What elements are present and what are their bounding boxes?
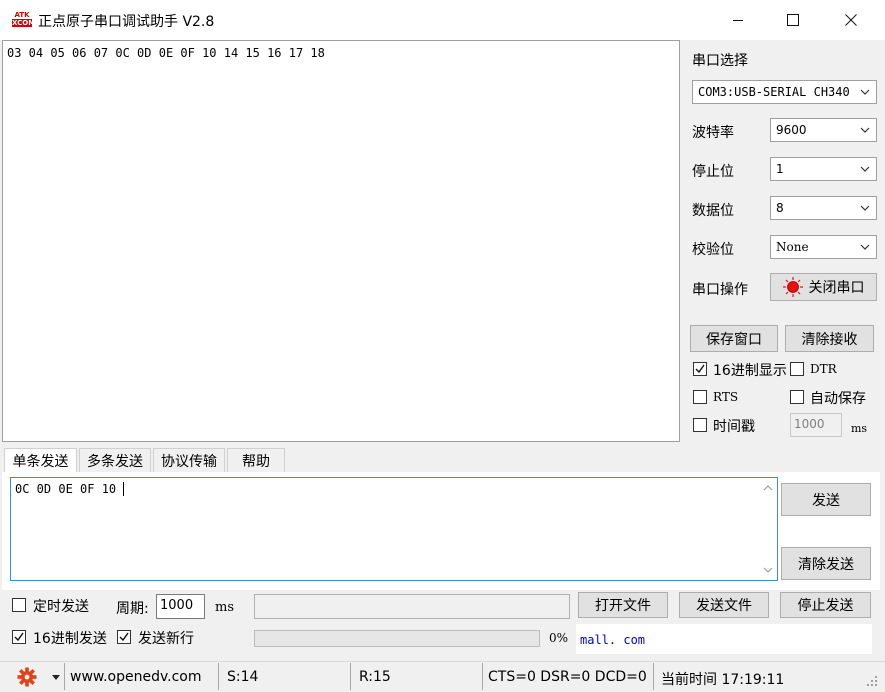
receive-area[interactable]: 03 04 05 06 07 0C 0D 0E 0F 10 14 15 16 1… — [2, 40, 680, 442]
file-path-input[interactable] — [254, 594, 570, 619]
checkmark-icon — [14, 632, 24, 642]
port-select-value: COM3:USB-SERIAL CH340 — [698, 85, 850, 99]
modem-lines-status: CTS=0 DSR=0 DCD=0 — [488, 669, 647, 685]
port-select[interactable]: COM3:USB-SERIAL CH340 — [692, 80, 877, 104]
clear-send-button[interactable]: 清除发送 — [781, 547, 871, 580]
sent-count: S:14 — [227, 669, 259, 685]
send-button[interactable]: 发送 — [781, 483, 871, 516]
chevron-down-icon — [763, 567, 773, 573]
tab-single-send[interactable]: 单条发送 — [4, 448, 77, 473]
status-separator — [653, 663, 654, 690]
ad-banner[interactable]: mall. com — [576, 624, 872, 654]
stop-bits-value: 1 — [776, 162, 784, 176]
send-text: 0C 0D 0E 0F 10 — [15, 482, 132, 496]
baud-select[interactable]: 9600 — [770, 118, 877, 142]
stop-bits-select[interactable]: 1 — [770, 157, 877, 181]
maximize-icon — [787, 14, 799, 26]
data-bits-value: 8 — [776, 201, 784, 215]
tab-help[interactable]: 帮助 — [227, 448, 285, 473]
baud-value: 9600 — [776, 123, 807, 137]
timestamp-label: 时间戳 — [713, 419, 755, 435]
maximize-button[interactable] — [770, 0, 816, 40]
data-bits-select[interactable]: 8 — [770, 196, 877, 220]
stop-send-button[interactable]: 停止发送 — [780, 592, 871, 618]
open-file-button[interactable]: 打开文件 — [578, 592, 668, 618]
tab-multi-send[interactable]: 多条发送 — [79, 448, 151, 473]
auto-save-label: 自动保存 — [810, 391, 866, 407]
minimize-icon — [733, 20, 743, 21]
port-operation-label: 串口操作 — [692, 282, 748, 298]
close-port-label: 关闭串口 — [808, 280, 865, 296]
dtr-label: DTR — [810, 362, 837, 376]
chevron-down-icon — [860, 205, 870, 211]
minimize-button[interactable] — [715, 0, 761, 40]
tab-protocol[interactable]: 协议传输 — [153, 448, 225, 473]
timestamp-checkbox[interactable] — [693, 418, 707, 432]
app-logo: ATK XCOM — [12, 11, 36, 27]
chevron-down-icon — [860, 89, 870, 95]
timed-send-label: 定时发送 — [33, 599, 89, 615]
send-input[interactable]: 0C 0D 0E 0F 10 — [10, 477, 778, 581]
chevron-down-icon — [860, 127, 870, 133]
save-window-button[interactable]: 保存窗口 — [690, 325, 778, 352]
close-icon — [845, 14, 857, 26]
dtr-checkbox[interactable] — [790, 362, 804, 376]
send-progress-bar — [254, 630, 540, 647]
rts-label: RTS — [713, 390, 739, 404]
window-title: 正点原子串口调试助手 V2.8 — [38, 14, 215, 30]
port-select-label: 串口选择 — [692, 53, 748, 69]
led-indicator-icon — [782, 277, 803, 297]
parity-select[interactable]: None — [770, 235, 877, 259]
gear-icon[interactable] — [17, 667, 37, 687]
resize-grip-icon[interactable] — [866, 675, 878, 687]
checkmark-icon — [119, 632, 129, 642]
hex-send-checkbox[interactable] — [12, 630, 26, 644]
timestamp-unit-label: ms — [851, 422, 868, 435]
chevron-up-icon — [763, 485, 773, 491]
chevron-down-icon — [860, 166, 870, 172]
timed-send-checkbox[interactable] — [12, 598, 26, 612]
caret-down-icon[interactable] — [52, 675, 60, 680]
status-separator — [218, 663, 219, 690]
parity-value: None — [776, 240, 809, 254]
send-newline-checkbox[interactable] — [117, 630, 131, 644]
ad-link-text[interactable]: mall. com — [580, 633, 645, 647]
parity-label: 校验位 — [692, 242, 734, 258]
rts-checkbox[interactable] — [693, 390, 707, 404]
period-label: 周期: — [116, 601, 149, 617]
chevron-down-icon — [860, 244, 870, 250]
status-separator — [350, 663, 351, 690]
stop-bits-label: 停止位 — [692, 164, 734, 180]
hex-send-label: 16进制发送 — [33, 631, 107, 647]
title-bar[interactable]: ATK XCOM 正点原子串口调试助手 V2.8 — [0, 0, 885, 40]
baud-label: 波特率 — [692, 125, 734, 141]
receive-text: 03 04 05 06 07 0C 0D 0E 0F 10 14 15 16 1… — [7, 46, 325, 60]
clear-receive-button[interactable]: 清除接收 — [785, 325, 874, 352]
auto-save-checkbox[interactable] — [790, 390, 804, 404]
checkmark-icon — [695, 364, 705, 374]
send-progress-label: 0% — [549, 631, 569, 645]
status-separator — [482, 663, 483, 690]
status-separator — [64, 663, 65, 690]
send-file-button[interactable]: 发送文件 — [679, 592, 769, 618]
website-link[interactable]: www.openedv.com — [70, 669, 202, 685]
hex-display-checkbox[interactable] — [693, 362, 707, 376]
received-count: R:15 — [359, 669, 391, 685]
period-unit-label: ms — [215, 600, 234, 615]
period-input[interactable]: 1000 — [156, 594, 205, 619]
close-window-button[interactable] — [828, 0, 874, 40]
hex-display-label: 16进制显示 — [713, 363, 787, 379]
current-time: 当前时间 17:19:11 — [661, 672, 785, 688]
timestamp-interval-input[interactable]: 1000 — [790, 413, 842, 437]
send-scrollbar[interactable] — [759, 478, 777, 580]
close-port-button[interactable]: 关闭串口 — [770, 273, 877, 301]
send-newline-label: 发送新行 — [138, 631, 194, 647]
data-bits-label: 数据位 — [692, 203, 734, 219]
